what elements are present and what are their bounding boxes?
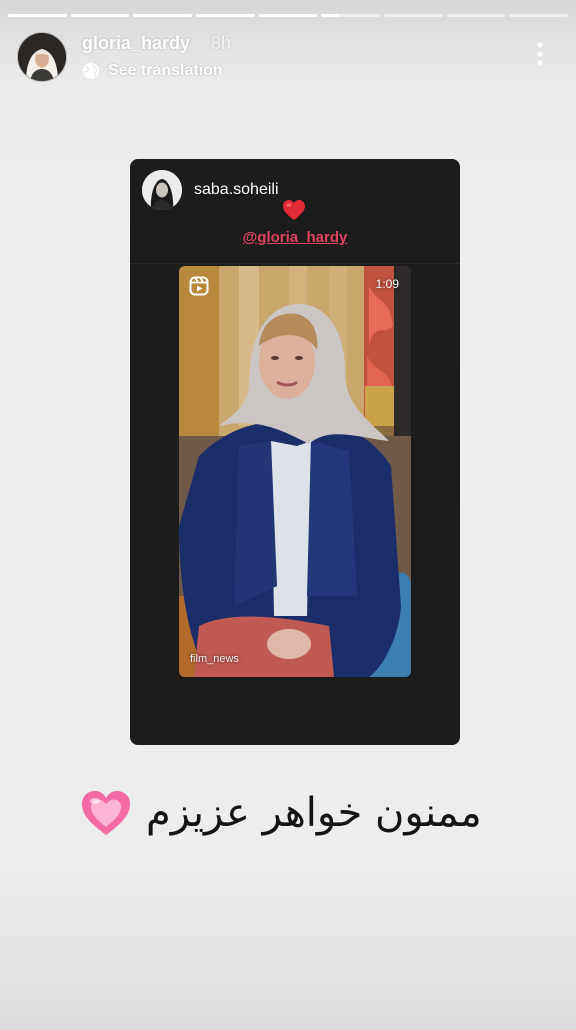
progress-segment-fill	[258, 14, 318, 17]
story-progress-bar	[8, 14, 569, 17]
progress-segment	[133, 14, 193, 17]
see-translation-label: See translation	[108, 62, 223, 79]
progress-segment-fill	[196, 14, 255, 17]
progress-segment-fill	[8, 14, 67, 17]
progress-segment	[509, 14, 569, 17]
progress-segment	[8, 14, 67, 17]
shared-username[interactable]: saba.soheili	[194, 181, 279, 199]
more-options-button[interactable]	[528, 40, 552, 70]
card-divider	[130, 263, 460, 264]
pink-heart-icon	[82, 791, 130, 835]
shared-story-card[interactable]: saba.soheili @gloria_hardy 1:09 film_new…	[130, 159, 460, 745]
see-translation-button[interactable]: See translation	[82, 61, 223, 81]
reel-thumbnail[interactable]: 1:09 film_news	[179, 266, 411, 677]
progress-segment-fill	[70, 14, 130, 17]
progress-segment	[258, 14, 318, 17]
more-vertical-icon	[537, 42, 543, 66]
reel-scene-image	[179, 266, 411, 677]
shared-user-avatar[interactable]	[142, 170, 182, 210]
progress-segment	[321, 14, 381, 17]
reels-icon	[189, 276, 209, 296]
story-username[interactable]: gloria_hardy	[82, 33, 190, 54]
red-heart-icon	[283, 200, 305, 220]
globe-icon	[82, 62, 100, 80]
progress-segment-fill	[133, 14, 193, 17]
avatar[interactable]	[17, 32, 67, 82]
progress-segment	[384, 14, 443, 17]
caption-text: ممنون خواهر عزیزم	[146, 790, 482, 836]
reel-watermark: film_news	[190, 653, 239, 665]
story-time-ago: 8h	[211, 33, 232, 53]
progress-segment-fill	[321, 14, 339, 17]
progress-segment	[196, 14, 255, 17]
story-caption: ممنون خواهر عزیزم	[80, 783, 500, 843]
progress-segment	[446, 14, 506, 17]
progress-segment	[70, 14, 130, 17]
reel-duration: 1:09	[375, 277, 399, 291]
mention-link[interactable]: @gloria_hardy	[130, 229, 460, 246]
